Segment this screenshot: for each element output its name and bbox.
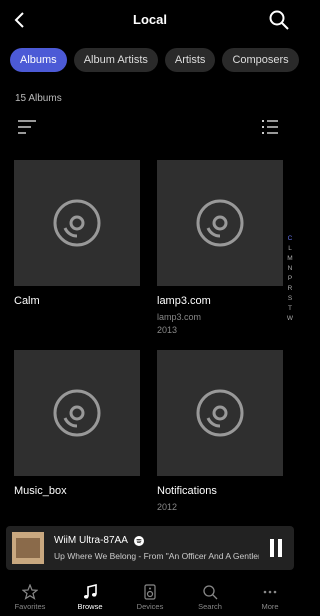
album-title: lamp3.com (157, 295, 211, 307)
now-playing-artwork (12, 532, 44, 564)
album-count: 15 Albums (15, 93, 62, 104)
track-title: Up Where We Belong - From "An Officer An… (54, 551, 259, 561)
index-letter[interactable]: R (284, 284, 296, 294)
album-card[interactable]: lamp3.com lamp3.com 2013 (157, 160, 283, 337)
album-cover (14, 160, 140, 286)
album-card[interactable]: Music_box (14, 350, 140, 497)
filter-chips: Albums Album Artists Artists Composers (10, 48, 300, 74)
disc-icon (53, 199, 101, 247)
page-title: Local (133, 12, 167, 27)
disc-icon (196, 199, 244, 247)
index-letter[interactable]: T (284, 304, 296, 314)
index-letter[interactable]: C (284, 234, 296, 244)
album-cover (157, 160, 283, 286)
search-icon (203, 585, 218, 600)
star-icon (22, 584, 38, 600)
speaker-icon (144, 584, 156, 600)
album-artist: lamp3.com (157, 312, 202, 322)
spotify-icon (133, 535, 144, 546)
more-icon (263, 590, 277, 594)
index-letter[interactable]: L (284, 244, 296, 254)
tab-browse[interactable]: Browse (60, 580, 120, 611)
index-letter[interactable]: S (284, 294, 296, 304)
album-title: Music_box (14, 485, 67, 497)
disc-icon (196, 389, 244, 437)
index-letter[interactable]: M (284, 254, 296, 264)
disc-icon (53, 389, 101, 437)
tab-label: Browse (77, 602, 103, 611)
tab-search[interactable]: Search (180, 580, 240, 611)
filter-chip-album-artists[interactable]: Album Artists (73, 48, 158, 72)
album-year: 2012 (157, 502, 178, 512)
tab-devices[interactable]: Devices (120, 580, 180, 611)
tab-label: Devices (136, 602, 164, 611)
bottom-nav: Favorites Browse Devices Search More (0, 580, 300, 616)
tab-label: Favorites (14, 602, 46, 611)
filter-chip-composers[interactable]: Composers (222, 48, 299, 72)
album-title: Notifications (157, 485, 217, 497)
album-cover (14, 350, 140, 476)
sort-icon[interactable] (18, 120, 36, 134)
tab-favorites[interactable]: Favorites (0, 580, 60, 611)
index-letter[interactable]: W (284, 314, 296, 324)
filter-chip-artists[interactable]: Artists (164, 48, 216, 72)
album-card[interactable]: Calm (14, 160, 140, 307)
album-card[interactable]: Notifications 2012 (157, 350, 283, 514)
index-letter[interactable]: P (284, 274, 296, 284)
album-title: Calm (14, 295, 40, 307)
top-bar: Local (0, 0, 300, 40)
index-letter[interactable]: N (284, 264, 296, 274)
list-view-icon[interactable] (262, 120, 278, 134)
filter-chip-albums[interactable]: Albums (10, 48, 67, 72)
tab-more[interactable]: More (240, 580, 300, 611)
mini-player[interactable]: WiiM Ultra-87AA Up Where We Belong - Fro… (6, 526, 294, 570)
album-cover (157, 350, 283, 476)
alphabet-index[interactable]: C L M N P R S T W (284, 234, 296, 324)
tab-label: Search (198, 602, 222, 611)
album-year: 2013 (157, 325, 178, 335)
device-name: WiiM Ultra-87AA (54, 535, 128, 546)
search-icon[interactable] (268, 9, 290, 31)
tab-label: More (261, 602, 279, 611)
music-note-icon (84, 584, 97, 599)
pause-icon[interactable] (268, 539, 284, 557)
